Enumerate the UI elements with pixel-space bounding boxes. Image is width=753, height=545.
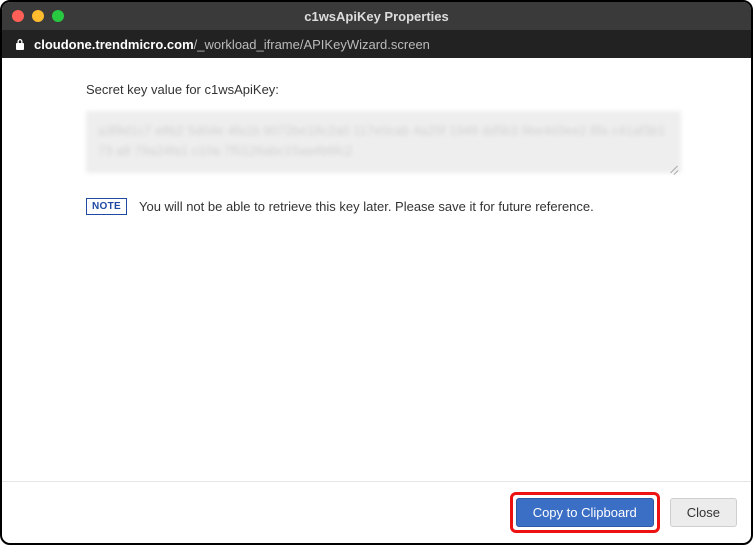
- minimize-window-icon[interactable]: [32, 10, 44, 22]
- window-controls: [12, 10, 64, 22]
- titlebar: c1wsApiKey Properties: [2, 2, 751, 30]
- secret-key-field[interactable]: [86, 111, 681, 173]
- secret-key-field-wrap: [86, 111, 681, 176]
- footer: Copy to Clipboard Close: [2, 481, 751, 543]
- note-badge: NOTE: [86, 198, 127, 215]
- window: c1wsApiKey Properties cloudone.trendmicr…: [0, 0, 753, 545]
- lock-icon: [14, 38, 26, 51]
- note-text: You will not be able to retrieve this ke…: [139, 199, 594, 214]
- address-path: /_workload_iframe/APIKeyWizard.screen: [194, 37, 430, 52]
- close-button[interactable]: Close: [670, 498, 737, 527]
- address-bar: cloudone.trendmicro.com/_workload_iframe…: [2, 30, 751, 58]
- address-domain: cloudone.trendmicro.com: [34, 37, 194, 52]
- content-area: Secret key value for c1wsApiKey: NOTE Yo…: [2, 58, 751, 481]
- window-title: c1wsApiKey Properties: [2, 9, 751, 24]
- note-row: NOTE You will not be able to retrieve th…: [86, 198, 711, 215]
- zoom-window-icon[interactable]: [52, 10, 64, 22]
- close-window-icon[interactable]: [12, 10, 24, 22]
- highlight-ring: Copy to Clipboard: [510, 492, 660, 533]
- secret-key-label: Secret key value for c1wsApiKey:: [86, 82, 711, 97]
- copy-to-clipboard-button[interactable]: Copy to Clipboard: [516, 498, 654, 527]
